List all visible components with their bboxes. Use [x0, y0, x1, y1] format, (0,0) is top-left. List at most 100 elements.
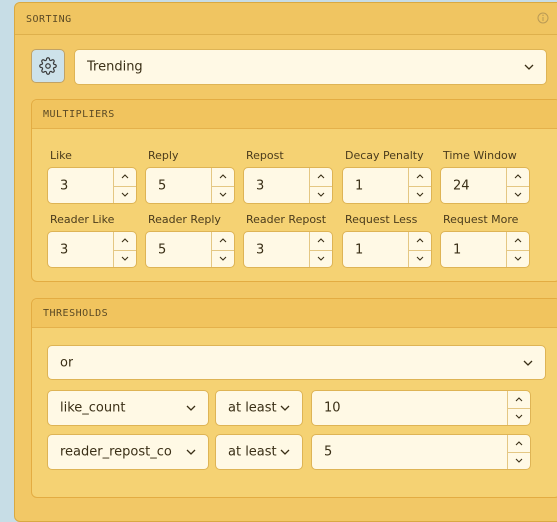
like-value: 3 — [60, 178, 69, 193]
reply-value: 5 — [158, 178, 167, 193]
chevron-down-icon — [317, 256, 325, 261]
threshold-comparator-select[interactable]: at least — [215, 434, 303, 470]
sort-select[interactable]: Trending — [74, 49, 547, 85]
increment-button[interactable] — [114, 232, 136, 251]
increment-button[interactable] — [508, 435, 530, 453]
threshold-field-select[interactable]: like_count — [47, 390, 209, 426]
reply-stepper[interactable] — [211, 168, 234, 203]
decrement-button[interactable] — [507, 186, 529, 204]
threshold-field-value: like_count — [60, 400, 126, 416]
decay-penalty-label: Decay Penalty — [345, 149, 424, 162]
chevron-down-icon — [514, 192, 522, 197]
like-stepper[interactable] — [113, 168, 136, 203]
threshold-comparator-select[interactable]: at least — [215, 390, 303, 426]
threshold-value: 10 — [324, 400, 341, 416]
multipliers-header: MULTIPLIERS — [32, 100, 557, 129]
chevron-up-icon — [219, 174, 227, 179]
increment-button[interactable] — [212, 168, 234, 187]
decrement-button[interactable] — [310, 250, 332, 268]
time-window-label: Time Window — [443, 149, 517, 162]
decrement-button[interactable] — [508, 408, 530, 425]
increment-button[interactable] — [508, 391, 530, 409]
reply-input[interactable]: 5 — [145, 167, 235, 204]
decrement-button[interactable] — [212, 250, 234, 268]
like-input[interactable]: 3 — [47, 167, 137, 204]
chevron-up-icon — [317, 174, 325, 179]
threshold-value-input[interactable]: 5 — [311, 434, 531, 470]
reader-like-input[interactable]: 3 — [47, 231, 137, 268]
operator-select[interactable]: or — [47, 345, 546, 380]
operator-select-value: or — [60, 355, 74, 370]
info-icon[interactable] — [537, 12, 549, 24]
chevron-up-icon — [219, 238, 227, 243]
thresholds-header: THRESHOLDS — [32, 299, 557, 328]
threshold-value-stepper[interactable] — [507, 391, 530, 425]
decay-penalty-value: 1 — [355, 178, 364, 193]
reader-repost-stepper[interactable] — [309, 232, 332, 267]
decrement-button[interactable] — [212, 186, 234, 204]
time-window-stepper[interactable] — [506, 168, 529, 203]
repost-input[interactable]: 3 — [243, 167, 333, 204]
decrement-button[interactable] — [409, 250, 431, 268]
decay-penalty-input[interactable]: 1 — [342, 167, 432, 204]
reader-reply-stepper[interactable] — [211, 232, 234, 267]
decrement-button[interactable] — [409, 186, 431, 204]
chevron-down-icon — [280, 449, 290, 455]
chevron-up-icon — [514, 174, 522, 179]
increment-button[interactable] — [310, 168, 332, 187]
chevron-up-icon — [416, 238, 424, 243]
decrement-button[interactable] — [508, 452, 530, 469]
decrement-button[interactable] — [310, 186, 332, 204]
chevron-down-icon — [121, 192, 129, 197]
increment-button[interactable] — [114, 168, 136, 187]
chevron-down-icon — [186, 405, 196, 411]
increment-button[interactable] — [507, 168, 529, 187]
reader-like-label: Reader Like — [50, 213, 115, 226]
reader-reply-value: 5 — [158, 242, 167, 257]
chevron-up-icon — [515, 397, 523, 402]
decrement-button[interactable] — [114, 186, 136, 204]
decrement-button[interactable] — [507, 250, 529, 268]
request-more-input[interactable]: 1 — [440, 231, 530, 268]
gear-icon — [39, 57, 57, 75]
repost-stepper[interactable] — [309, 168, 332, 203]
panel-header: SORTING — [15, 3, 557, 35]
request-less-input[interactable]: 1 — [342, 231, 432, 268]
chevron-down-icon — [416, 192, 424, 197]
request-more-stepper[interactable] — [506, 232, 529, 267]
reader-like-stepper[interactable] — [113, 232, 136, 267]
multipliers-title: MULTIPLIERS — [43, 109, 115, 120]
increment-button[interactable] — [409, 168, 431, 187]
settings-button[interactable] — [31, 49, 65, 83]
request-more-value: 1 — [453, 242, 462, 257]
reply-label: Reply — [148, 149, 179, 162]
chevron-down-icon — [186, 449, 196, 455]
threshold-field-value: reader_repost_count — [60, 444, 172, 460]
reader-reply-label: Reader Reply — [148, 213, 221, 226]
reader-repost-input[interactable]: 3 — [243, 231, 333, 268]
request-less-stepper[interactable] — [408, 232, 431, 267]
increment-button[interactable] — [507, 232, 529, 251]
threshold-value-input[interactable]: 10 — [311, 390, 531, 426]
reader-reply-input[interactable]: 5 — [145, 231, 235, 268]
increment-button[interactable] — [212, 232, 234, 251]
chevron-down-icon — [121, 256, 129, 261]
decrement-button[interactable] — [114, 250, 136, 268]
chevron-down-icon — [524, 64, 534, 70]
chevron-down-icon — [515, 414, 523, 419]
decay-penalty-stepper[interactable] — [408, 168, 431, 203]
chevron-up-icon — [121, 174, 129, 179]
reader-repost-label: Reader Repost — [246, 213, 327, 226]
like-label: Like — [50, 149, 72, 162]
increment-button[interactable] — [310, 232, 332, 251]
threshold-comparator-value: at least — [228, 400, 277, 416]
repost-label: Repost — [246, 149, 284, 162]
repost-value: 3 — [256, 178, 265, 193]
chevron-down-icon — [514, 256, 522, 261]
chevron-down-icon — [280, 405, 290, 411]
time-window-input[interactable]: 24 — [440, 167, 530, 204]
threshold-value-stepper[interactable] — [507, 435, 530, 469]
increment-button[interactable] — [409, 232, 431, 251]
threshold-field-select[interactable]: reader_repost_count — [47, 434, 209, 470]
chevron-up-icon — [317, 238, 325, 243]
